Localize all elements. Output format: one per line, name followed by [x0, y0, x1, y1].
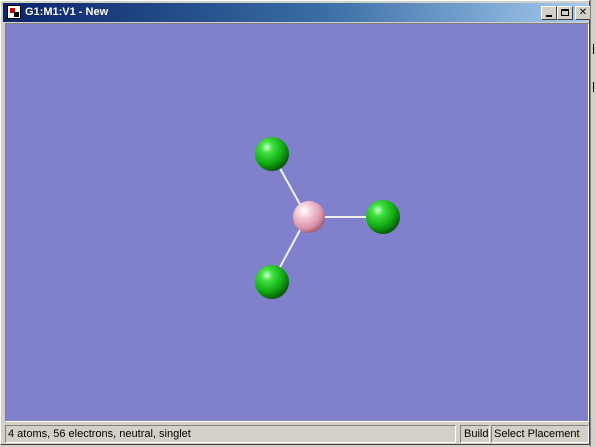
maximize-button[interactable]: [557, 6, 573, 20]
app-icon[interactable]: [7, 5, 21, 19]
molecule-viewport[interactable]: [5, 23, 589, 422]
minimize-button[interactable]: [541, 6, 557, 20]
molecule-info-status: 4 atoms, 56 electrons, neutral, singlet: [5, 425, 456, 443]
mode-status: Build: [460, 425, 490, 443]
atom-chlorine-bottom[interactable]: [255, 265, 289, 299]
title-bar[interactable]: G1:M1:V1 - New ✕: [3, 3, 591, 22]
molecule-canvas[interactable]: [6, 24, 588, 421]
maximize-icon: [561, 9, 569, 16]
atom-boron-center[interactable]: [293, 201, 325, 233]
gaussview-window: G1:M1:V1 - New ✕ 4 atoms, 56 electrons, …: [0, 0, 591, 445]
placement-status: Select Placement: [491, 425, 589, 443]
atom-chlorine-top[interactable]: [255, 137, 289, 171]
minimize-icon: [546, 15, 552, 17]
status-bar: 4 atoms, 56 electrons, neutral, singlet …: [5, 425, 589, 443]
atom-chlorine-right[interactable]: [366, 200, 400, 234]
window-title: G1:M1:V1 - New: [25, 6, 109, 18]
background-window-edge: [590, 0, 596, 447]
close-icon: ✕: [578, 7, 588, 18]
close-button[interactable]: ✕: [575, 6, 591, 20]
